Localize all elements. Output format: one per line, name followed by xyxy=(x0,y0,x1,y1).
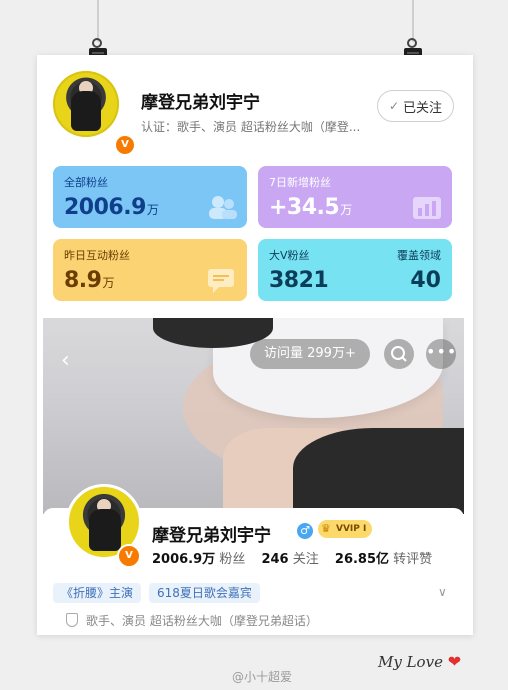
followed-button[interactable]: ✓ 已关注 xyxy=(377,90,454,122)
verification-line: 歌手、演员 超话粉丝大咖（摩登兄弟超话） xyxy=(66,612,318,629)
verification-text: 认证：歌手、演员 超话粉丝大咖（摩登... xyxy=(141,120,361,134)
chat-bubble-icon xyxy=(208,269,234,293)
stat-label: 7日新增粉丝 xyxy=(269,176,331,189)
vvip-badge[interactable]: ♛ VVIP I xyxy=(318,520,373,538)
profile-name: 摩登兄弟刘宇宁 xyxy=(141,93,260,113)
coverage-label: 覆盖领域 xyxy=(397,249,441,262)
verified-badge: V xyxy=(114,134,136,156)
stat-value: +34.5万 xyxy=(269,195,352,220)
more-options-button[interactable]: ••• xyxy=(426,339,456,369)
stat-value: 2006.9万 xyxy=(64,195,159,220)
fans-group-icon xyxy=(209,196,237,219)
stat-value: 3821 xyxy=(269,268,329,293)
my-love-signature: My Love ❤ xyxy=(378,652,462,671)
stat-label: 昨日互动粉丝 xyxy=(64,249,130,262)
coverage-value: 40 xyxy=(410,268,441,293)
hanging-wire-left xyxy=(97,0,99,42)
profile-avatar[interactable] xyxy=(53,71,119,137)
heart-icon: ❤ xyxy=(447,652,462,671)
fans-label: 粉丝 xyxy=(219,552,246,567)
profile-counts: 2006.9万 粉丝 246 关注 26.85亿 转评赞 xyxy=(152,548,444,567)
stat-bigv-fans[interactable]: 大V粉丝 3821 覆盖领域 40 xyxy=(258,239,452,301)
male-gender-icon: ♂ xyxy=(297,523,313,539)
more-dots-icon: ••• xyxy=(426,342,458,361)
stat-interact-fans[interactable]: 昨日互动粉丝 8.9万 xyxy=(53,239,247,301)
stat-total-fans[interactable]: 全部粉丝 2006.9万 xyxy=(53,166,247,228)
weibo-watermark: @小十超爱 xyxy=(232,670,293,684)
verified-badge-large: V xyxy=(117,544,141,568)
stat-value: 8.9万 xyxy=(64,268,114,293)
profile-name-large: 摩登兄弟刘宇宁 xyxy=(152,526,271,546)
following-count[interactable]: 246 xyxy=(261,552,288,567)
expand-chevron-icon[interactable]: ∨ xyxy=(438,585,447,599)
followed-label: 已关注 xyxy=(403,100,443,116)
likes-count: 26.85亿 xyxy=(334,552,390,567)
crown-icon: ♛ xyxy=(321,522,331,535)
calendar-chart-icon xyxy=(413,197,441,219)
fans-count[interactable]: 2006.9万 xyxy=(152,552,215,567)
search-icon xyxy=(391,346,407,362)
tag-drama[interactable]: 《折腰》主演 xyxy=(53,583,142,603)
following-label: 关注 xyxy=(292,552,319,567)
shield-icon xyxy=(66,613,78,627)
checkmark-icon: ✓ xyxy=(388,99,400,113)
search-button[interactable] xyxy=(384,339,414,369)
stat-label: 全部粉丝 xyxy=(64,176,108,189)
visit-count-pill[interactable]: 访问量 299万+ xyxy=(250,339,370,369)
back-arrow-icon[interactable]: ‹ xyxy=(61,348,70,373)
stat-new-fans-7d[interactable]: 7日新增粉丝 +34.5万 xyxy=(258,166,452,228)
profile-tags: 《折腰》主演 618夏日歌会嘉宾 xyxy=(53,583,260,603)
hanging-wire-right xyxy=(412,0,414,42)
stat-label: 大V粉丝 xyxy=(269,249,310,262)
tag-event[interactable]: 618夏日歌会嘉宾 xyxy=(149,583,260,603)
likes-label: 转评赞 xyxy=(393,552,433,567)
